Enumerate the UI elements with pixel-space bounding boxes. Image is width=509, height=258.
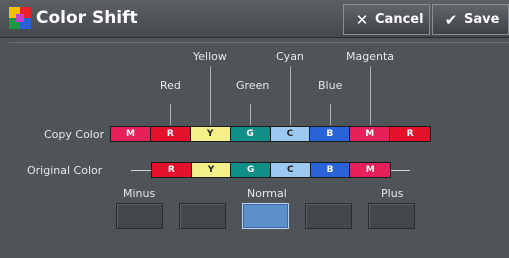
hue-label-yellow: Yellow — [193, 50, 227, 63]
copy-color-label: Copy Color — [44, 128, 105, 141]
color-shift-panel: Color Shift ✕ Cancel ✔ Save Yellow Cyan … — [0, 0, 509, 258]
save-label: Save — [464, 12, 500, 27]
tick-red — [170, 104, 171, 125]
shift-plus-1-button[interactable] — [305, 203, 352, 229]
original-line-right — [390, 170, 410, 171]
check-icon: ✔ — [444, 10, 458, 29]
copy-color-strip: MRYGCBMR — [110, 126, 431, 142]
hue-label-magenta: Magenta — [346, 50, 395, 63]
original-color-cell: M — [350, 163, 391, 177]
tick-yellow — [210, 66, 211, 125]
hue-label-cyan: Cyan — [276, 50, 304, 63]
color-shift-app-icon — [9, 7, 31, 29]
copy-color-cell: B — [310, 127, 351, 141]
copy-color-cell: R — [390, 127, 430, 141]
cancel-label: Cancel — [375, 12, 424, 27]
copy-color-cell: G — [230, 127, 271, 141]
copy-color-cell: M — [111, 127, 151, 141]
copy-color-cell: R — [150, 127, 191, 141]
cancel-button[interactable]: ✕ Cancel — [343, 4, 430, 35]
original-color-strip: RYGCBM — [151, 162, 391, 178]
header-divider — [9, 42, 509, 43]
original-color-cell: Y — [191, 163, 232, 177]
original-color-label: Original Color — [27, 164, 103, 177]
plus-label: Plus — [381, 187, 404, 200]
shift-normal-button[interactable] — [242, 203, 289, 229]
tick-green — [250, 104, 251, 125]
shift-minus-1-button[interactable] — [179, 203, 226, 229]
copy-color-cell: Y — [190, 127, 231, 141]
tick-blue — [330, 104, 331, 125]
copy-color-cell: C — [270, 127, 311, 141]
minus-label: Minus — [123, 187, 156, 200]
hue-label-green: Green — [236, 79, 270, 92]
original-line-left — [131, 170, 151, 171]
hue-label-blue: Blue — [318, 79, 343, 92]
tick-cyan — [290, 66, 291, 125]
save-button[interactable]: ✔ Save — [432, 4, 509, 35]
original-color-cell: R — [152, 163, 192, 177]
copy-color-cell: M — [350, 127, 391, 141]
title-bar: Color Shift ✕ Cancel ✔ Save — [0, 0, 509, 38]
shift-plus-2-button[interactable] — [368, 203, 415, 229]
x-icon: ✕ — [355, 10, 369, 29]
original-color-cell: B — [310, 163, 351, 177]
page-title: Color Shift — [36, 8, 138, 28]
original-color-cell: G — [231, 163, 272, 177]
normal-label: Normal — [247, 187, 287, 200]
tick-magenta — [370, 66, 371, 125]
hue-label-red: Red — [160, 79, 181, 92]
shift-minus-2-button[interactable] — [116, 203, 163, 229]
original-color-cell: C — [271, 163, 311, 177]
